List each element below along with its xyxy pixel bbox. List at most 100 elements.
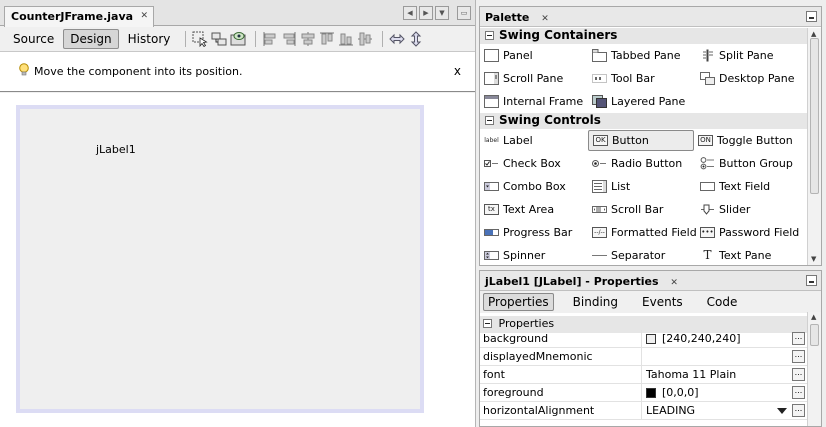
tabbed-pane-icon [592, 49, 607, 62]
property-editor-button[interactable]: ... [792, 386, 805, 399]
palette-item-label: Label [503, 134, 533, 147]
vertical-resize-icon[interactable] [408, 30, 424, 47]
palette-item-label: Desktop Pane [719, 72, 795, 85]
property-value[interactable]: [0,0,0]... [642, 384, 807, 401]
minimize-palette-icon[interactable] [806, 11, 817, 22]
minimize-properties-icon[interactable] [806, 275, 817, 286]
properties-scroll-thumb[interactable] [810, 324, 819, 346]
palette-item-split-pane[interactable]: Split Pane [696, 45, 804, 66]
palette-item-label: Split Pane [719, 49, 774, 62]
palette-row: Check Box Radio Button Button Group [480, 152, 807, 175]
palette-item-button[interactable]: OK Button [588, 130, 694, 151]
palette-item-button-group[interactable]: Button Group [696, 153, 804, 174]
palette-item-progress-bar[interactable]: Progress Bar [480, 222, 588, 243]
connection-mode-icon[interactable] [211, 31, 227, 47]
palette-item-toggle-button[interactable]: ON Toggle Button [694, 130, 802, 151]
palette-item-check-box[interactable]: Check Box [480, 153, 588, 174]
view-tabs: Source Design History [6, 28, 179, 49]
property-value[interactable]: ... [642, 348, 807, 365]
palette-header: Palette ✕ [480, 7, 821, 27]
palette-scrollbar[interactable]: ▲ ▼ [807, 28, 821, 265]
palette-item-formatted-field[interactable]: --/-- Formatted Field [588, 222, 697, 243]
view-tab-design[interactable]: Design [63, 28, 119, 49]
scroll-up-icon[interactable]: ▲ [811, 30, 816, 38]
palette-category-swing-containers[interactable]: Swing Containers [480, 28, 807, 44]
palette-item-panel[interactable]: Panel [480, 45, 588, 66]
palette-item-text-pane[interactable]: T Text Pane [696, 245, 804, 265]
palette-row: Panel Tabbed Pane Split Pane [480, 44, 807, 67]
align-bottom-icon[interactable] [338, 31, 354, 47]
separator-icon [592, 249, 607, 262]
collapse-toggle-icon[interactable] [483, 319, 492, 328]
palette-item-internal-frame[interactable]: Internal Frame [480, 91, 588, 112]
collapse-toggle-icon[interactable] [485, 116, 494, 125]
properties-scrollbar[interactable]: ▲ [807, 312, 821, 426]
properties-section-label: Properties [498, 317, 555, 330]
combo-box-icon [484, 180, 499, 193]
palette-item-combo-box[interactable]: Combo Box [480, 176, 588, 197]
palette-item-tool-bar[interactable]: Tool Bar [588, 68, 696, 89]
view-tab-history[interactable]: History [121, 29, 178, 49]
center-vertically-icon[interactable] [357, 31, 373, 47]
property-editor-button[interactable]: ... [792, 404, 805, 417]
palette-item-label: Button [612, 134, 649, 147]
view-tab-source[interactable]: Source [6, 29, 61, 49]
scroll-tabs-right-icon[interactable]: ▶ [419, 6, 433, 20]
palette-item-separator[interactable]: Separator [588, 245, 696, 265]
maximize-window-icon[interactable]: ▭ [457, 6, 471, 20]
properties-tab-events[interactable]: Events [637, 293, 688, 311]
align-right-icon[interactable] [281, 31, 297, 47]
file-tab[interactable]: CounterJFrame.java ✕ [4, 6, 154, 27]
property-value-text: Tahoma 11 Plain [646, 368, 737, 381]
palette-scroll-thumb[interactable] [810, 38, 819, 194]
palette-category-swing-controls[interactable]: Swing Controls [480, 113, 807, 129]
tab-navigation: ◀ ▶ ▼ ▭ [403, 6, 471, 20]
scroll-tabs-left-icon[interactable]: ◀ [403, 6, 417, 20]
close-hint-button[interactable]: x [454, 64, 461, 78]
jframe-form[interactable]: jLabel1 [16, 105, 424, 413]
palette-item-label: Progress Bar [503, 226, 573, 239]
property-value[interactable]: LEADING... [642, 402, 807, 419]
align-left-icon[interactable] [262, 31, 278, 47]
palette-item-desktop-pane[interactable]: Desktop Pane [696, 68, 804, 89]
property-editor-button[interactable]: ... [792, 368, 805, 381]
horizontal-resize-icon[interactable] [389, 31, 406, 47]
scroll-down-icon[interactable]: ▼ [811, 255, 816, 263]
palette-item-label[interactable]: label Label [480, 130, 588, 151]
property-value[interactable]: [240,240,240]... [642, 330, 807, 347]
palette-item-password-field[interactable]: ••• Password Field [696, 222, 804, 243]
property-value[interactable]: Tahoma 11 Plain... [642, 366, 807, 383]
spinner-icon [484, 249, 499, 262]
props-scroll-up-icon[interactable]: ▲ [811, 313, 816, 321]
palette-item-scroll-pane[interactable]: Scroll Pane [480, 68, 588, 89]
selection-mode-icon[interactable] [192, 31, 208, 47]
slider-icon [700, 203, 715, 216]
jlabel1-component[interactable]: jLabel1 [96, 143, 136, 156]
button-icon: OK [593, 135, 608, 146]
properties-tab-properties[interactable]: Properties [483, 293, 554, 311]
property-editor-button[interactable]: ... [792, 350, 805, 363]
palette-item-spinner[interactable]: Spinner [480, 245, 588, 265]
align-top-icon[interactable] [319, 31, 335, 47]
close-properties-icon[interactable]: ✕ [670, 278, 678, 288]
preview-design-icon[interactable] [230, 31, 246, 47]
center-horizontally-icon[interactable] [300, 31, 316, 47]
properties-tab-code[interactable]: Code [702, 293, 743, 311]
palette-item-text-field[interactable]: Text Field [696, 176, 804, 197]
properties-tab-binding[interactable]: Binding [568, 293, 623, 311]
palette-item-layered-pane[interactable]: Layered Pane [588, 91, 696, 112]
palette-item-tabbed-pane[interactable]: Tabbed Pane [588, 45, 696, 66]
palette-item-radio-button[interactable]: Radio Button [588, 153, 696, 174]
tab-list-dropdown-icon[interactable]: ▼ [435, 6, 449, 20]
palette-item-scroll-bar[interactable]: Scroll Bar [588, 199, 696, 220]
dropdown-arrow-icon[interactable] [777, 408, 787, 414]
palette-row: Scroll Pane Tool Bar Desktop Pane [480, 67, 807, 90]
close-tab-icon[interactable]: ✕ [140, 11, 148, 21]
palette-item-list[interactable]: List [588, 176, 696, 197]
property-editor-button[interactable]: ... [792, 332, 805, 345]
collapse-toggle-icon[interactable] [485, 31, 494, 40]
palette-item-slider[interactable]: Slider [696, 199, 804, 220]
text-pane-icon: T [703, 248, 712, 262]
palette-item-text-area[interactable]: tx Text Area [480, 199, 588, 220]
close-palette-icon[interactable]: ✕ [541, 14, 549, 24]
